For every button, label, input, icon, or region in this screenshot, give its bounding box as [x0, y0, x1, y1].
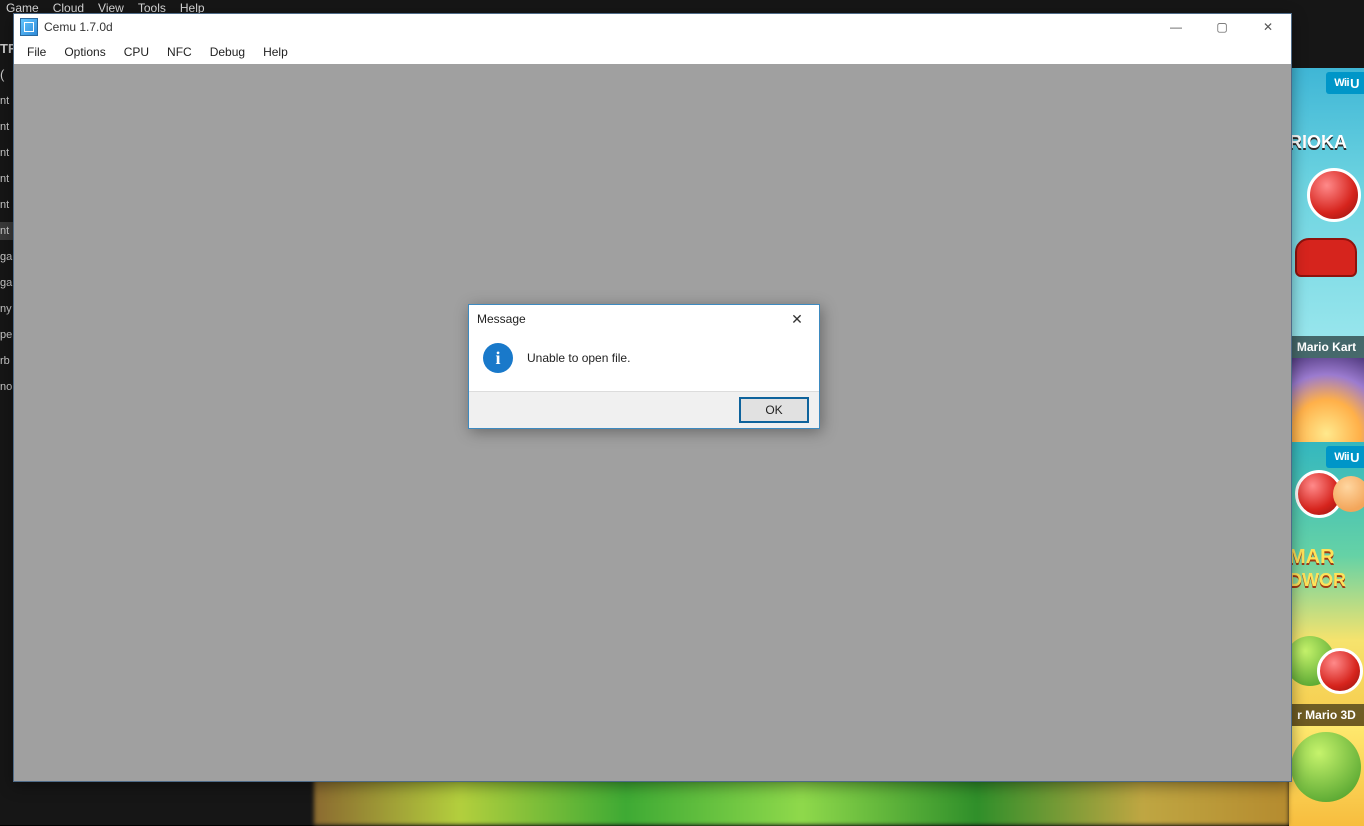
window-close-button[interactable]: ✕: [1245, 14, 1291, 40]
cemu-menu-cpu[interactable]: CPU: [115, 42, 158, 62]
cemu-menubar: File Options CPU NFC Debug Help: [14, 40, 1291, 65]
peach-head-icon: [1333, 476, 1364, 512]
window-minimize-button[interactable]: —: [1153, 14, 1199, 40]
mario-head-icon: [1317, 648, 1363, 694]
game-tiles-column: WiiU RIOKA Mario Kart WiiU MAR DWOR r Ma…: [1289, 68, 1364, 826]
cemu-menu-help[interactable]: Help: [254, 42, 297, 62]
tile-title: Mario Kart: [1289, 336, 1364, 358]
tile-logo-text: DWOR: [1289, 570, 1346, 591]
cemu-titlebar[interactable]: Cemu 1.7.0d — ▢ ✕: [14, 14, 1291, 40]
info-icon: i: [483, 343, 513, 373]
tile-logo-text: RIOKA: [1289, 132, 1347, 153]
ok-button[interactable]: OK: [739, 397, 809, 423]
wiiu-badge: WiiU: [1326, 446, 1364, 468]
cemu-app-icon: [20, 18, 38, 36]
tile-title: r Mario 3D: [1289, 704, 1364, 726]
game-tile-partial: [1289, 726, 1364, 826]
tile-logo-text: MAR: [1289, 546, 1335, 569]
wiiu-badge-super: U: [1350, 76, 1359, 91]
game-tile-mario-3d[interactable]: WiiU MAR DWOR r Mario 3D: [1289, 442, 1364, 726]
message-dialog-close-button[interactable]: ✕: [783, 309, 811, 329]
cemu-menu-file[interactable]: File: [18, 42, 55, 62]
message-dialog-text: Unable to open file.: [527, 351, 630, 365]
wiiu-badge-text: Wii: [1334, 77, 1349, 89]
wiiu-badge-text: Wii: [1334, 451, 1349, 463]
message-dialog-footer: OK: [469, 391, 819, 428]
kart-icon: [1295, 238, 1357, 277]
cemu-menu-nfc[interactable]: NFC: [158, 42, 201, 62]
cemu-title: Cemu 1.7.0d: [44, 20, 113, 34]
window-maximize-button[interactable]: ▢: [1199, 14, 1245, 40]
wiiu-badge: WiiU: [1326, 72, 1364, 94]
message-dialog-titlebar[interactable]: Message ✕: [469, 305, 819, 333]
message-dialog-body: i Unable to open file.: [469, 333, 819, 391]
message-dialog: Message ✕ i Unable to open file. OK: [468, 304, 820, 429]
wiiu-badge-super: U: [1350, 450, 1359, 465]
mario-head-icon: [1307, 168, 1361, 222]
background-blur-strip: [314, 779, 1289, 825]
cemu-menu-options[interactable]: Options: [55, 42, 114, 62]
game-tile-gap: [1289, 358, 1364, 442]
green-blob-icon: [1291, 732, 1361, 802]
cemu-menu-debug[interactable]: Debug: [201, 42, 254, 62]
game-tile-mario-kart[interactable]: WiiU RIOKA Mario Kart: [1289, 68, 1364, 358]
message-dialog-title: Message: [477, 312, 783, 326]
